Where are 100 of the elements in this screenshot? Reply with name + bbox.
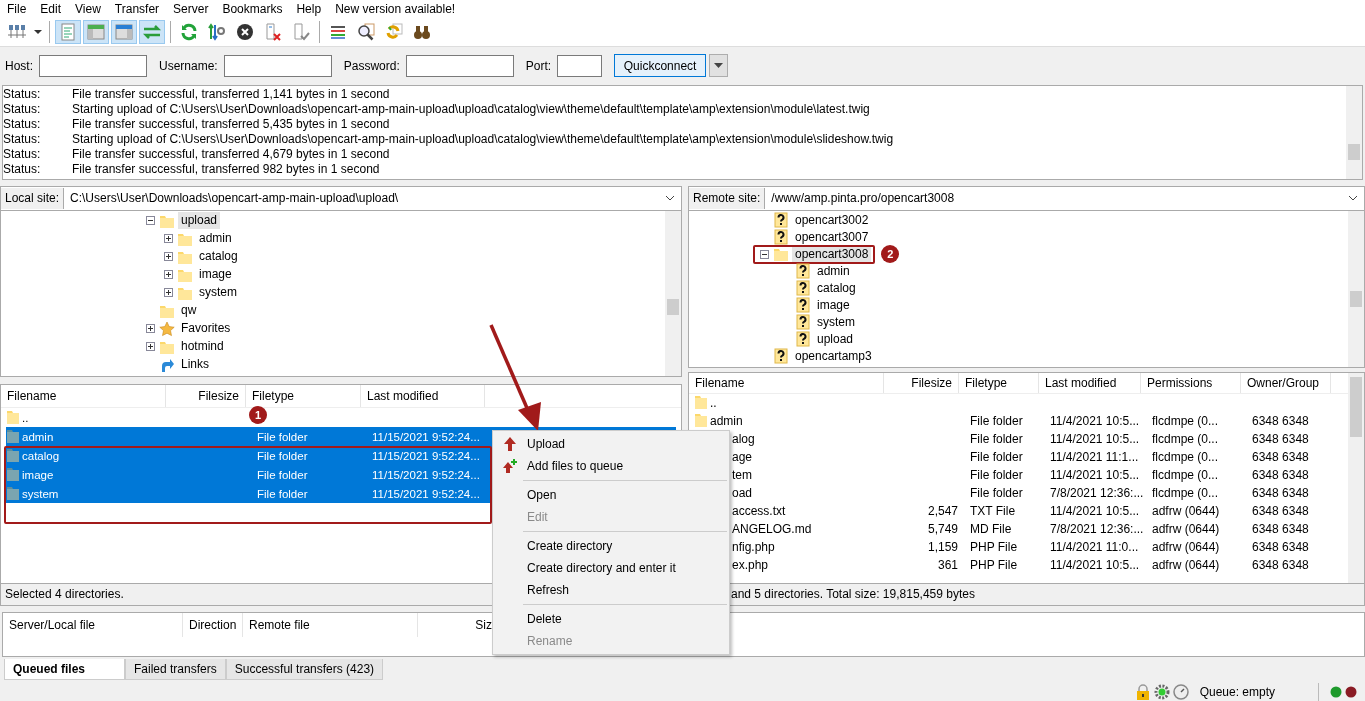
table-cell: flcdmpe (0... (1152, 467, 1219, 482)
tree-item[interactable]: catalog (196, 248, 241, 266)
menu-item[interactable]: View (75, 2, 101, 16)
tree-item[interactable]: catalog (814, 280, 859, 296)
table-cell: alog (732, 431, 755, 446)
column-header[interactable]: Permissions (1141, 372, 1241, 393)
table-cell: flcdmpe (0... (1152, 449, 1219, 464)
tab[interactable]: Queued files (4, 659, 125, 680)
step-badge: 1 (249, 406, 267, 425)
menu-item[interactable]: Create directory and enter it (493, 557, 729, 579)
quickconnect-button[interactable]: Quickconnect (614, 54, 707, 77)
menu-item[interactable]: New version available! (335, 2, 456, 16)
table-cell: 6348 6348 (1252, 557, 1309, 572)
table-cell: adfrw (0644) (1152, 503, 1220, 518)
tree-item[interactable]: opencart3007 (792, 229, 872, 245)
arrows-gear-icon (208, 23, 226, 41)
field-label: Username: (159, 58, 218, 73)
folder-icon (7, 411, 19, 425)
tab[interactable]: Failed transfers (125, 659, 226, 680)
table-cell: 11/15/2021 9:52:24... (372, 449, 480, 462)
menu-item[interactable]: Bookmarks (222, 2, 283, 16)
input-field[interactable] (405, 54, 514, 77)
scrollbar[interactable] (1348, 372, 1364, 583)
column-header[interactable]: Filesize (884, 372, 959, 393)
tree-item[interactable]: Favorites (178, 320, 234, 338)
menu-item[interactable]: Edit (40, 2, 62, 16)
menu-item[interactable]: Help (296, 2, 322, 16)
table-cell: .. (22, 411, 29, 424)
tree-item[interactable]: upload (178, 212, 221, 230)
table-cell: File folder (257, 468, 308, 481)
queue-button[interactable] (139, 20, 165, 44)
table-cell: File folder (257, 487, 308, 500)
folder-icon (695, 396, 707, 410)
column-header[interactable]: Filename (1, 385, 166, 408)
table-cell: PHP File (970, 557, 1018, 572)
table-cell: File folder (257, 430, 308, 443)
scrollbar[interactable] (1346, 86, 1362, 179)
question-folder-icon (795, 280, 811, 297)
tree-item[interactable]: hotmind (178, 338, 227, 356)
table-cell: 6348 6348 (1252, 467, 1309, 482)
field-label: Password: (343, 58, 400, 73)
tree-item[interactable]: admin (814, 263, 853, 279)
menu-item[interactable]: Create directory (493, 535, 729, 557)
column-header[interactable]: Filetype (959, 372, 1039, 393)
table-cell: tem (732, 467, 752, 482)
table-cell: 11/15/2021 9:52:24... (372, 468, 480, 481)
table-cell: admin (22, 430, 54, 443)
tree-item[interactable]: image (814, 297, 853, 313)
tab[interactable]: Successful transfers (423) (225, 659, 384, 680)
table-cell: ex.php (732, 557, 769, 572)
table-cell: system (22, 487, 59, 500)
column-header[interactable]: Filename (689, 372, 884, 393)
table-cell: catalog (22, 449, 60, 462)
menu-item[interactable]: Transfer (114, 2, 160, 16)
scrollbar[interactable] (1348, 210, 1364, 367)
log-label: Status: (3, 117, 42, 132)
remote-tree-button[interactable] (111, 20, 137, 44)
column-header[interactable]: Owner/Group (1241, 372, 1331, 393)
table-cell: 6348 6348 (1252, 539, 1309, 554)
tree-item[interactable]: opencart3002 (792, 212, 872, 228)
question-folder-icon (773, 348, 789, 365)
table-cell: oad (732, 485, 753, 500)
tree-item[interactable]: image (196, 266, 235, 284)
tree-item[interactable]: system (196, 284, 240, 302)
tree-item[interactable]: qw (178, 302, 200, 320)
tree-item[interactable]: admin (196, 230, 235, 248)
input-field[interactable] (557, 54, 603, 77)
input-field[interactable] (223, 54, 332, 77)
tree-item[interactable]: opencart3008 (792, 246, 872, 262)
scrollbar[interactable] (665, 210, 681, 377)
menu-item[interactable]: Server (173, 2, 209, 16)
tree-item[interactable]: opencartamp3 (792, 348, 875, 364)
column-header[interactable]: Siz (418, 613, 492, 637)
question-folder-icon (773, 229, 789, 246)
menu-item[interactable]: Delete (493, 608, 729, 630)
tree-item[interactable]: Links (178, 356, 212, 374)
column-header[interactable]: Server/Local file (3, 613, 183, 637)
column-header[interactable]: Last modified (361, 385, 485, 408)
tree-item[interactable]: upload (814, 331, 857, 347)
column-header[interactable]: Filesize (166, 385, 246, 408)
column-header[interactable]: Remote file (243, 613, 418, 637)
folder-icon (7, 430, 19, 444)
log-label: Status: (3, 87, 42, 102)
table-cell: adfrw (0644) (1152, 521, 1220, 536)
question-folder-icon (795, 314, 811, 331)
lock-icon (1134, 683, 1151, 700)
menu-item[interactable]: File (7, 2, 27, 16)
queue-status: Queue: empty (1199, 684, 1275, 699)
table-cell: adfrw (0644) (1152, 539, 1220, 554)
log-label: Status: (3, 147, 42, 162)
table-cell: access.txt (732, 503, 786, 518)
tree-item[interactable]: system (814, 314, 858, 330)
table-cell: MD File (970, 521, 1012, 536)
column-header[interactable]: Last modified (1039, 372, 1141, 393)
dropdown-button[interactable] (709, 54, 729, 77)
table-cell: admin (710, 413, 743, 428)
table-cell: 2,547 (927, 503, 958, 518)
question-folder-icon (773, 212, 789, 229)
column-header[interactable]: Direction (183, 613, 243, 637)
input-field[interactable] (39, 54, 147, 77)
